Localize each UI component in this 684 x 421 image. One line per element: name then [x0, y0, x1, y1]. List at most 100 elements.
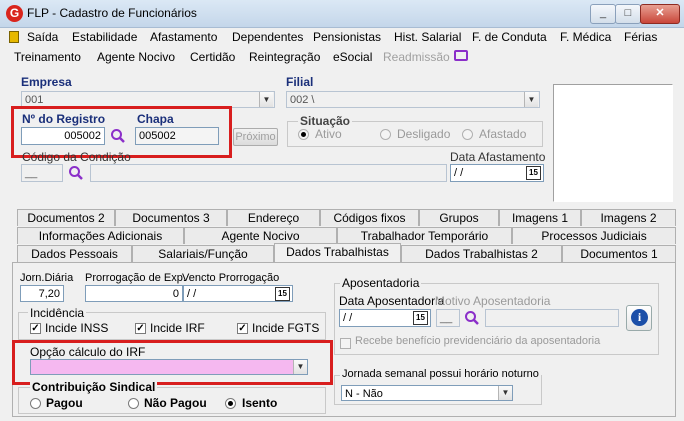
contribuicao-isento-label: Isento: [242, 396, 278, 410]
tab-codigos-fixos[interactable]: Códigos fixos: [320, 209, 419, 226]
menu-estabilidade[interactable]: Estabilidade: [72, 30, 137, 44]
contribuicao-pagou-label: Pagou: [46, 396, 83, 410]
title-bar: G FLP - Cadastro de Funcionários _ □ ✕: [0, 0, 684, 28]
menu-certidao[interactable]: Certidão: [190, 50, 235, 64]
contribuicao-nao-pagou-radio[interactable]: [128, 398, 139, 409]
tab-imagens-2[interactable]: Imagens 2: [581, 209, 676, 226]
motivo-aposentadoria-value: __: [440, 312, 453, 324]
monitor-icon[interactable]: [454, 50, 468, 61]
menu-hist-salarial[interactable]: Hist. Salarial: [394, 30, 461, 44]
info-icon: i: [631, 309, 648, 326]
menu-reintegracao[interactable]: Reintegração: [249, 50, 320, 64]
search-icon[interactable]: [68, 165, 84, 181]
jornada-label: Jorn.Diária: [20, 272, 74, 284]
menu-dependentes[interactable]: Dependentes: [232, 30, 303, 44]
menu-saida[interactable]: Saída: [27, 30, 58, 44]
data-afastamento-label: Data Afastamento: [450, 150, 546, 164]
tab-salariais-funcao[interactable]: Salariais/Função: [132, 245, 274, 262]
tab-documentos-1[interactable]: Documentos 1: [562, 245, 676, 262]
close-button[interactable]: ✕: [640, 4, 680, 24]
empresa-value: 001: [25, 94, 44, 106]
empresa-label: Empresa: [21, 75, 72, 89]
maximize-button[interactable]: □: [615, 4, 641, 24]
tab-documentos-3[interactable]: Documentos 3: [115, 209, 227, 226]
prorrogacao-input[interactable]: 0: [85, 285, 183, 302]
app-logo-icon: G: [6, 5, 23, 22]
data-aposentadoria-value: / /: [343, 312, 353, 324]
menu-readmissao[interactable]: Readmissão: [383, 50, 450, 64]
jornada-value: 7,20: [38, 288, 60, 300]
calendar-icon[interactable]: 15: [526, 166, 541, 180]
menu-afastamento[interactable]: Afastamento: [150, 30, 217, 44]
highlight-irf-box: [12, 340, 333, 385]
tab-agente-nocivo[interactable]: Agente Nocivo: [184, 227, 337, 244]
contribuicao-pagou-radio[interactable]: [30, 398, 41, 409]
codigo-condicao-input[interactable]: __: [21, 164, 63, 182]
exit-lock-icon: [9, 31, 19, 43]
data-afastamento-value: / /: [454, 167, 464, 179]
tab-grupos[interactable]: Grupos: [419, 209, 499, 226]
vencto-label: Vencto Prorrogação: [182, 272, 280, 284]
jornada-noturna-select[interactable]: N - Não: [341, 385, 513, 401]
codigo-condicao-label: Código da Condição: [22, 150, 131, 164]
calendar-icon[interactable]: 15: [275, 287, 290, 301]
incide-inss-checkbox[interactable]: ✓: [30, 323, 41, 334]
filial-label: Filial: [286, 75, 314, 89]
situacao-desligado-radio[interactable]: [380, 129, 391, 140]
aposentadoria-label: Aposentadoria: [340, 276, 422, 290]
prorrogacao-label: Prorrogação de Exp.: [85, 272, 186, 284]
chevron-down-icon[interactable]: ▼: [259, 92, 273, 107]
situacao-label: Situação: [298, 114, 353, 128]
info-button[interactable]: i: [626, 305, 652, 331]
recebe-beneficio-checkbox[interactable]: [340, 338, 351, 349]
recebe-beneficio-label: Recebe benefício previdenciário da apose…: [355, 335, 601, 347]
data-aposentadoria-label: Data Aposentadoria: [339, 294, 445, 308]
situacao-ativo-radio[interactable]: [298, 129, 309, 140]
menu-ferias[interactable]: Férias: [624, 30, 657, 44]
incide-inss-label: Incide INSS: [45, 321, 109, 335]
codigo-condicao-descricao: [90, 164, 447, 182]
tab-informacoes-adicionais[interactable]: Informações Adicionais: [17, 227, 184, 244]
jornada-noturna-label: Jornada semanal possui horário noturno: [340, 368, 541, 380]
calendar-icon[interactable]: 15: [413, 311, 428, 325]
motivo-aposentadoria-descricao: [485, 309, 619, 327]
photo-box[interactable]: [553, 84, 673, 202]
tab-documentos-2[interactable]: Documentos 2: [17, 209, 115, 226]
contribuicao-isento-radio[interactable]: [225, 398, 236, 409]
situacao-afastado-label: Afastado: [479, 127, 527, 141]
tab-endereco[interactable]: Endereço: [227, 209, 320, 226]
filial-combo[interactable]: 002 \: [286, 91, 540, 108]
chevron-down-icon[interactable]: ▼: [498, 386, 512, 400]
incide-fgts-checkbox[interactable]: ✓: [237, 323, 248, 334]
tab-dados-pessoais[interactable]: Dados Pessoais: [17, 245, 132, 262]
jornada-input[interactable]: 7,20: [20, 285, 64, 302]
contribuicao-label: Contribuição Sindical: [30, 380, 158, 394]
proximo-button[interactable]: Próximo: [233, 128, 278, 146]
menu-pensionistas[interactable]: Pensionistas: [313, 30, 381, 44]
filial-value: 002 \: [290, 94, 315, 106]
search-icon[interactable]: [464, 310, 480, 326]
prorrogacao-value: 0: [172, 288, 179, 300]
window-title: FLP - Cadastro de Funcionários: [27, 6, 197, 20]
incide-fgts-label: Incide FGTS: [252, 321, 320, 335]
situacao-ativo-label: Ativo: [315, 127, 342, 141]
incide-irf-checkbox[interactable]: ✓: [135, 323, 146, 334]
menu-esocial[interactable]: eSocial: [333, 50, 372, 64]
minimize-button[interactable]: _: [590, 4, 616, 24]
menu-treinamento[interactable]: Treinamento: [14, 50, 81, 64]
vencto-value: / /: [187, 288, 197, 300]
jornada-noturna-value: N - Não: [345, 388, 383, 400]
tab-processos-judiciais[interactable]: Processos Judiciais: [512, 227, 676, 244]
main-window: G FLP - Cadastro de Funcionários _ □ ✕ S…: [0, 0, 684, 421]
chevron-down-icon[interactable]: ▼: [524, 92, 538, 107]
menu-f-medica[interactable]: F. Médica: [560, 30, 611, 44]
tab-dados-trabalhistas-2[interactable]: Dados Trabalhistas 2: [401, 245, 562, 262]
menu-f-conduta[interactable]: F. de Conduta: [472, 30, 547, 44]
tab-imagens-1[interactable]: Imagens 1: [499, 209, 581, 226]
situacao-desligado-label: Desligado: [397, 127, 451, 141]
menu-agente-nocivo[interactable]: Agente Nocivo: [97, 50, 175, 64]
motivo-aposentadoria-input[interactable]: __: [436, 309, 460, 327]
tab-trabalhador-temporario[interactable]: Trabalhador Temporário: [337, 227, 512, 244]
situacao-afastado-radio[interactable]: [462, 129, 473, 140]
tab-dados-trabalhistas[interactable]: Dados Trabalhistas: [274, 243, 401, 262]
